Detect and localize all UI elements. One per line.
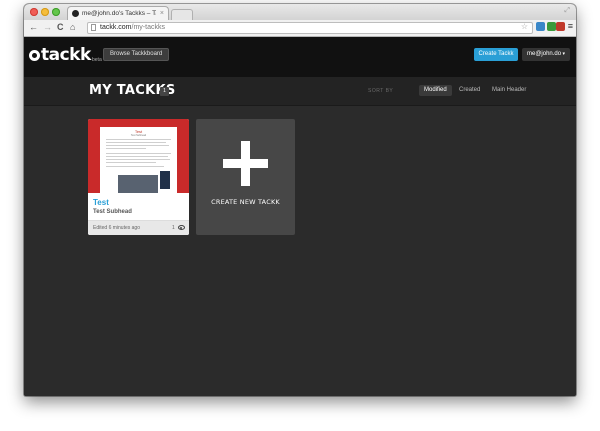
- browser-menu-icon[interactable]: ≡: [568, 21, 573, 32]
- eye-icon: [178, 225, 185, 230]
- plus-icon: [223, 141, 268, 186]
- sort-modified[interactable]: Modified: [419, 85, 452, 96]
- tab-strip: me@john.do's Tackks – Tack × ⤢: [24, 4, 576, 21]
- tackk-card[interactable]: Test Test Subhead Test Test Subhead Edit…: [88, 119, 189, 235]
- forward-button[interactable]: →: [43, 22, 52, 33]
- url-path: /my-tackks: [131, 24, 165, 31]
- reload-button[interactable]: C: [57, 22, 64, 33]
- chevron-down-icon: ▾: [562, 51, 565, 57]
- thumbnail-image: [118, 175, 158, 193]
- browser-window: me@john.do's Tackks – Tack × ⤢ ← → C ⌂ t…: [24, 4, 576, 396]
- bookmark-star-icon[interactable]: ☆: [521, 22, 528, 31]
- create-new-tackk-label: CREATE NEW TACKK: [211, 198, 280, 206]
- sort-created[interactable]: Created: [454, 85, 485, 96]
- beta-label: beta: [92, 57, 102, 63]
- close-window-button[interactable]: [30, 8, 38, 16]
- browser-tab[interactable]: me@john.do's Tackks – Tack ×: [67, 6, 169, 21]
- sort-main-header[interactable]: Main Header: [487, 85, 531, 96]
- tackk-count-badge: 1: [160, 87, 169, 96]
- tackk-title[interactable]: Test: [93, 198, 109, 207]
- page-icon: [91, 24, 96, 31]
- browse-tackkboard-button[interactable]: Browse Tackkboard: [103, 48, 170, 61]
- create-new-tackk-card[interactable]: CREATE NEW TACKK: [196, 119, 295, 235]
- user-menu-button[interactable]: me@john.do ▾: [522, 48, 570, 61]
- tab-title: me@john.do's Tackks – Tack: [82, 10, 156, 17]
- tackk-card-footer: Edited 6 minutes ago 1: [88, 220, 189, 235]
- view-count: 1: [172, 225, 175, 231]
- thumbnail-document: Test Test Subhead: [100, 127, 177, 193]
- new-tab-button[interactable]: [171, 9, 193, 20]
- logo-mark-icon: [29, 50, 40, 61]
- url-text: tackk.com/my-tackks: [100, 23, 165, 33]
- extension-icon[interactable]: [547, 22, 556, 31]
- app-header: tackk beta Browse Tackkboard Create Tack…: [24, 37, 576, 77]
- fullscreen-icon[interactable]: ⤢: [564, 7, 570, 15]
- favicon-icon: [72, 10, 79, 17]
- home-button[interactable]: ⌂: [70, 22, 75, 33]
- extension-icon[interactable]: [536, 22, 545, 31]
- tackk-logo[interactable]: tackk: [29, 45, 91, 65]
- create-tackk-button[interactable]: Create Tackk: [474, 48, 518, 61]
- logo-text: tackk: [41, 45, 91, 65]
- thumbnail-subtitle: Test Subhead: [130, 134, 147, 137]
- minimize-window-button[interactable]: [41, 8, 49, 16]
- extension-icon[interactable]: [556, 22, 565, 31]
- url-host: tackk.com: [100, 24, 132, 31]
- page-title-bar: MY TACKKS 1 SORT BY Modified Created Mai…: [24, 77, 576, 106]
- zoom-window-button[interactable]: [52, 8, 60, 16]
- tackk-thumbnail: Test Test Subhead: [88, 119, 189, 193]
- tackk-subhead: Test Subhead: [93, 209, 132, 215]
- sort-by-label: SORT BY: [368, 88, 394, 94]
- edited-timestamp: Edited 6 minutes ago: [93, 225, 140, 231]
- thumbnail-image: [160, 171, 170, 189]
- tackk-grid: Test Test Subhead Test Test Subhead Edit…: [24, 106, 576, 396]
- user-email: me@john.do: [527, 51, 562, 57]
- browser-toolbar: ← → C ⌂ tackk.com/my-tackks ☆ ≡: [24, 20, 576, 37]
- back-button[interactable]: ←: [29, 22, 38, 33]
- tab-close-icon[interactable]: ×: [160, 8, 164, 19]
- address-bar[interactable]: tackk.com/my-tackks ☆: [87, 22, 533, 34]
